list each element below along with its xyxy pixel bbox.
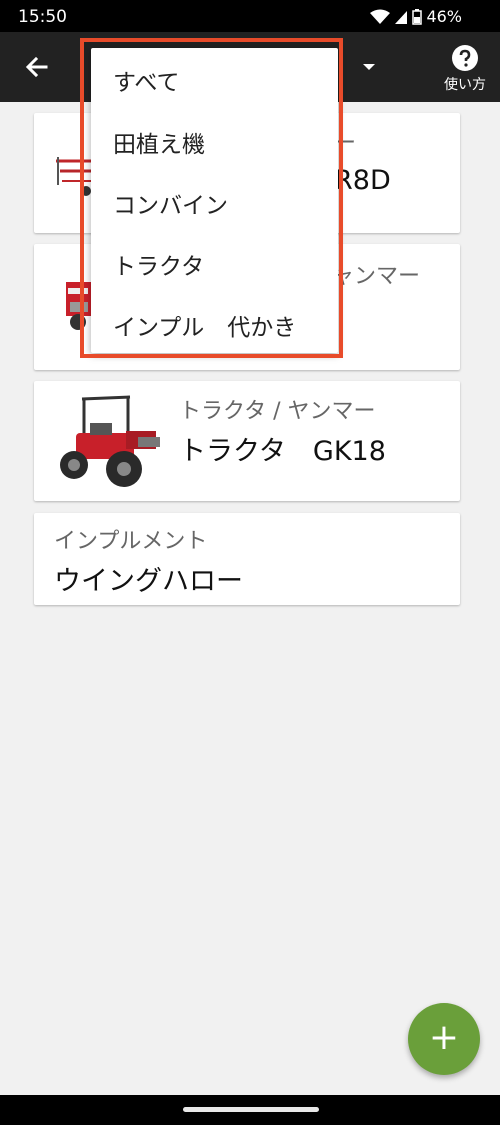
wifi-icon: [370, 9, 391, 24]
plus-icon: +: [428, 1017, 460, 1058]
battery-level: 46%: [426, 7, 462, 26]
menu-item-all[interactable]: すべて: [113, 63, 179, 97]
machine-category: ャンマー: [332, 264, 421, 289]
machine-category: インプルメント: [54, 529, 208, 554]
add-machine-button[interactable]: +: [408, 1003, 480, 1075]
machine-image: [52, 141, 92, 211]
status-time: 15:50: [18, 7, 67, 27]
machine-title: ウイングハロー: [54, 566, 243, 597]
machine-card[interactable]: インプルメント ウイングハロー: [34, 513, 460, 605]
status-icons: 46%: [370, 7, 462, 26]
machine-image: [54, 393, 164, 491]
home-gesture-handle[interactable]: [183, 1107, 319, 1112]
machine-image: [52, 274, 92, 334]
question-circle-icon: [452, 45, 478, 71]
help-button[interactable]: 使い方: [440, 42, 490, 98]
menu-item-rice-planter[interactable]: 田植え機: [113, 125, 205, 159]
system-nav-bar: [0, 1095, 500, 1125]
machine-card[interactable]: トラクタ / ヤンマー トラクタ GK18: [34, 381, 460, 501]
menu-item-combine[interactable]: コンバイン: [113, 186, 228, 220]
signal-icon: [395, 10, 408, 24]
category-dropdown-menu: すべて 田植え機 コンバイン トラクタ インプル 代かき: [91, 48, 338, 353]
machine-title: R8D: [334, 165, 391, 196]
status-bar: 15:50 46%: [0, 0, 500, 32]
battery-icon: [412, 8, 423, 25]
machine-category: トラクタ / ヤンマー: [179, 399, 376, 424]
menu-item-implement-puddler[interactable]: インプル 代かき: [113, 308, 296, 342]
machine-title: トラクタ GK18: [179, 436, 386, 467]
caret-down-icon[interactable]: [362, 62, 376, 72]
menu-item-tractor[interactable]: トラクタ: [113, 247, 204, 281]
help-label: 使い方: [444, 77, 486, 93]
back-arrow-icon[interactable]: [22, 52, 52, 82]
